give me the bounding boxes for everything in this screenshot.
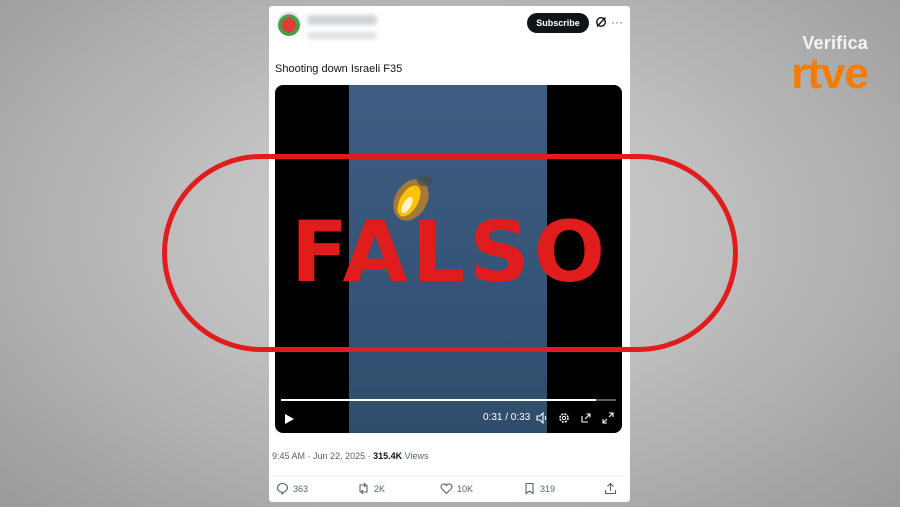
- more-options-icon[interactable]: ···: [611, 15, 623, 29]
- repost-icon: [359, 482, 368, 495]
- subscribe-button[interactable]: Subscribe: [527, 13, 589, 33]
- views-count: 315.4K: [373, 451, 403, 461]
- video-progress-fill: [281, 399, 596, 401]
- fullscreen-icon[interactable]: [602, 412, 614, 424]
- heart-icon: [440, 483, 453, 495]
- fireball-image: [393, 176, 433, 221]
- views-label: Views: [404, 451, 429, 461]
- avatar[interactable]: [277, 12, 301, 36]
- blurred-username: [307, 15, 377, 25]
- grok-icon[interactable]: [595, 16, 607, 28]
- like-count: 10K: [457, 483, 474, 494]
- reply-count: 363: [293, 483, 309, 494]
- video-frame: [349, 85, 547, 433]
- reply-icon: [276, 482, 289, 495]
- share-button[interactable]: [604, 482, 617, 495]
- reply-button[interactable]: 363: [276, 482, 308, 495]
- post-text: Shooting down Israeli F35: [275, 63, 403, 75]
- post-date[interactable]: Jun 22, 2025: [313, 451, 365, 461]
- video-player[interactable]: 0:31 / 0:33: [275, 85, 622, 433]
- volume-icon[interactable]: [536, 412, 548, 424]
- post-time[interactable]: 9:45 AM: [272, 451, 305, 461]
- pip-icon[interactable]: [580, 412, 592, 424]
- play-icon[interactable]: [284, 414, 294, 424]
- settings-gear-icon[interactable]: [558, 412, 570, 424]
- bookmark-count: 319: [540, 483, 556, 494]
- post-card: Subscribe ··· Shooting down Israeli F35 …: [269, 6, 630, 502]
- video-time: 0:31 / 0:33: [483, 412, 531, 423]
- divider: [272, 476, 627, 477]
- bookmark-icon: [525, 482, 534, 495]
- post-meta: 9:45 AM · Jun 22, 2025 · 315.4K Views: [272, 451, 429, 461]
- repost-button[interactable]: 2K: [357, 482, 385, 495]
- share-icon: [604, 482, 617, 495]
- video-progress-bar[interactable]: [281, 399, 616, 401]
- bookmark-button[interactable]: 319: [523, 482, 555, 495]
- repost-count: 2K: [374, 483, 386, 494]
- verifica-rtve-logo: Verifica rtve: [791, 33, 869, 98]
- blurred-handle: [307, 32, 377, 39]
- like-button[interactable]: 10K: [440, 482, 473, 495]
- logo-rtve-text: rtve: [791, 49, 869, 98]
